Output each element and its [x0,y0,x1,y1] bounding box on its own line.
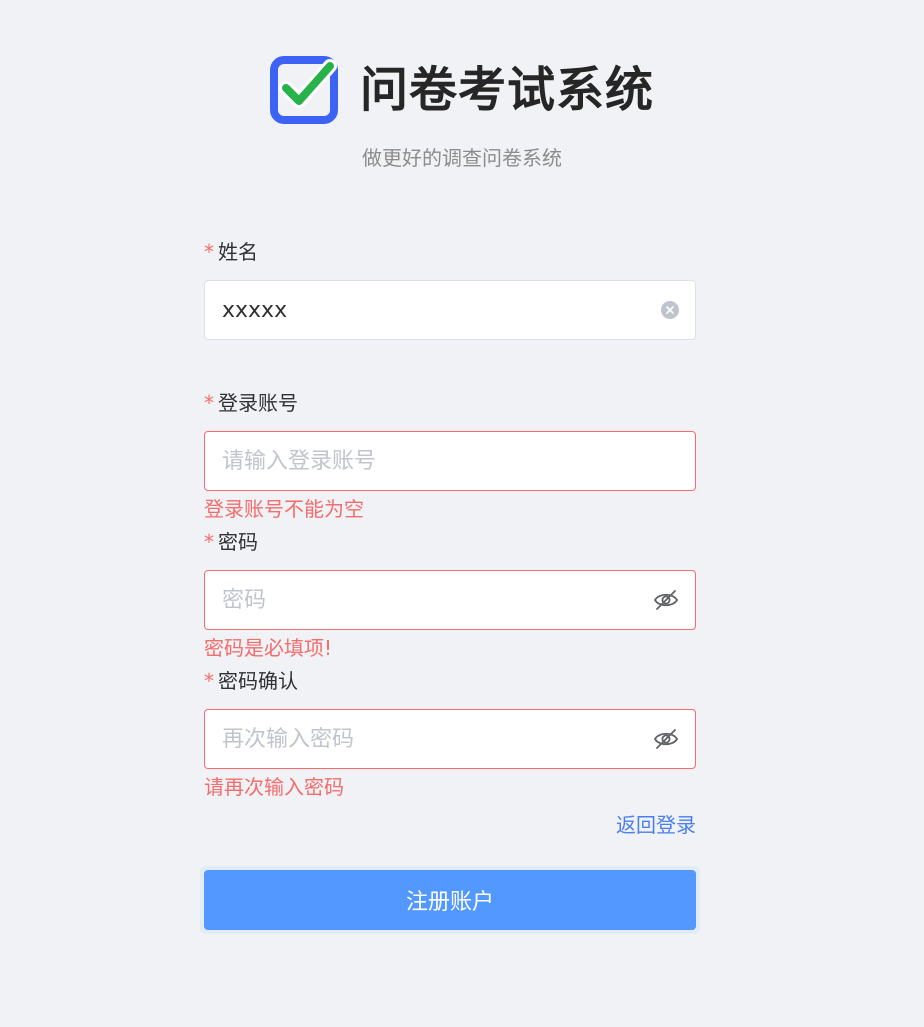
confirm-password-error-message: 请再次输入密码 [204,775,344,799]
confirm-password-label-text: 密码确认 [218,669,298,693]
form-item-account: *登录账号 登录账号不能为空 [204,388,696,522]
form-item-password: * 密码 密码是必填项! [204,527,696,661]
back-link-row: 返回登录 [204,810,696,840]
confirm-password-label: * 密码确认 [204,666,696,696]
back-to-login-link[interactable]: 返回登录 [616,813,696,837]
password-error-message: 密码是必填项! [204,636,333,660]
account-label-text: 登录账号 [218,391,298,415]
confirm-password-input-wrapper [204,709,696,769]
name-input[interactable] [205,281,695,339]
app-title: 问卷考试系统 [359,62,654,118]
password-label: * 密码 [204,527,696,557]
name-input-wrapper [204,280,696,340]
form-item-name: * 姓名 [204,237,696,340]
required-mark: * [204,240,214,264]
account-label: * 登录账号 [204,388,696,418]
form-item-confirm-password: * 密码确认 请再次输入密码 [204,666,696,800]
password-input-wrapper [204,570,696,630]
clear-icon[interactable] [661,301,679,319]
required-mark: * [204,669,214,693]
password-label-text: 密码 [218,530,258,554]
eye-off-icon[interactable] [653,728,679,750]
name-label-text: 姓名 [218,240,258,264]
eye-off-icon[interactable] [653,589,679,611]
register-button-wrapper: 注册账户 [200,866,700,934]
account-input-wrapper [204,431,696,491]
brand: 问卷考试系统 [269,52,654,128]
account-input[interactable] [205,432,695,490]
name-label: * 姓名 [204,237,696,267]
required-mark: * [204,391,214,415]
account-error-message: 登录账号不能为空 [204,497,364,521]
required-mark: * [204,530,214,554]
confirm-password-input[interactable] [205,710,695,768]
register-form: *姓名 *登录账号 登录账号不能为空 *密码 [200,237,700,934]
register-button[interactable]: 注册账户 [204,870,696,930]
page-header: 问卷考试系统 做更好的调查问卷系统 [0,52,924,170]
password-input[interactable] [205,571,695,629]
checkbox-logo-icon [269,56,338,124]
app-subtitle: 做更好的调查问卷系统 [362,146,562,170]
